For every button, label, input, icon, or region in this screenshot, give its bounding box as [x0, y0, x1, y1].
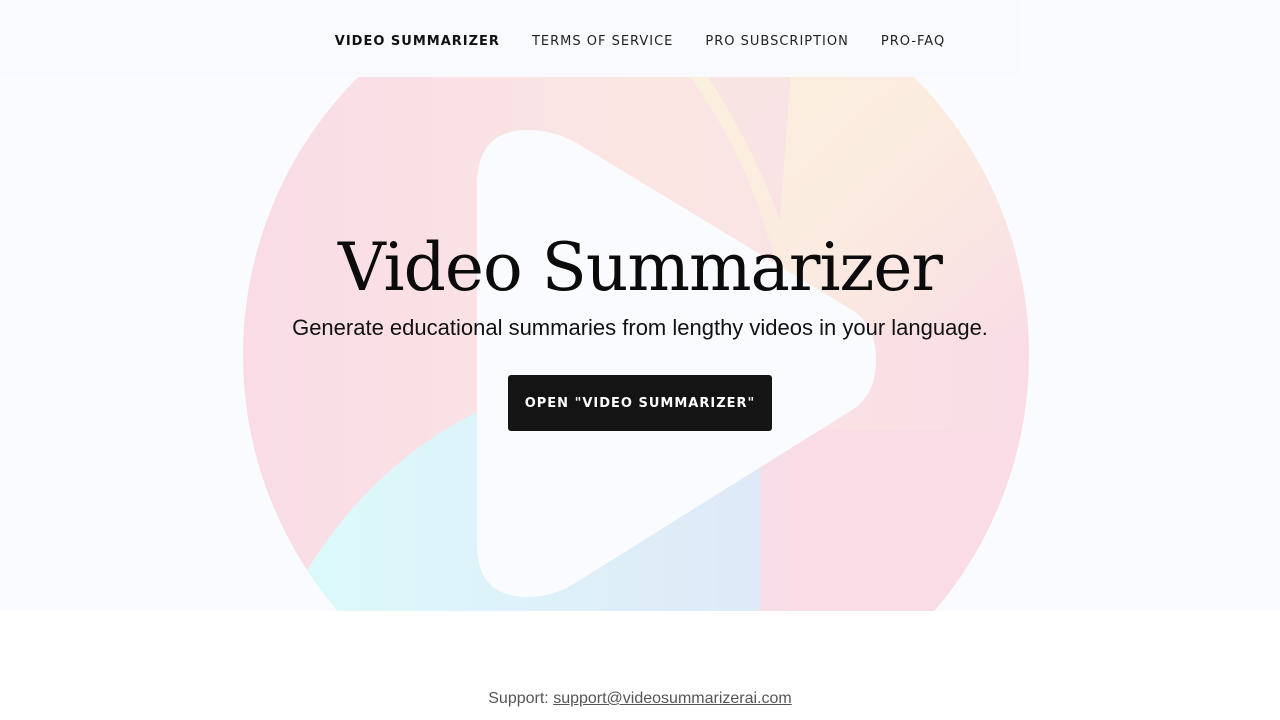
page-subtitle: Generate educational summaries from leng… [292, 315, 988, 340]
nav-item-video-summarizer[interactable]: VIDEO SUMMARIZER [335, 34, 500, 49]
open-video-summarizer-button[interactable]: OPEN "VIDEO SUMMARIZER" [508, 375, 772, 431]
hero-content: Video Summarizer Generate educational su… [0, 225, 1280, 431]
nav-item-terms-of-service[interactable]: TERMS OF SERVICE [532, 34, 673, 49]
nav-item-pro-subscription[interactable]: PRO SUBSCRIPTION [705, 34, 848, 49]
support-label: Support: [488, 690, 549, 707]
page-title: Video Summarizer [338, 229, 943, 306]
nav-item-pro-faq[interactable]: PRO-FAQ [881, 34, 945, 49]
support-email-link[interactable]: support@videosummarizerai.com [553, 690, 792, 707]
footer: Support: support@videosummarizerai.com [0, 690, 1280, 708]
top-navigation: VIDEO SUMMARIZER TERMS OF SERVICE PRO SU… [0, 0, 1280, 82]
